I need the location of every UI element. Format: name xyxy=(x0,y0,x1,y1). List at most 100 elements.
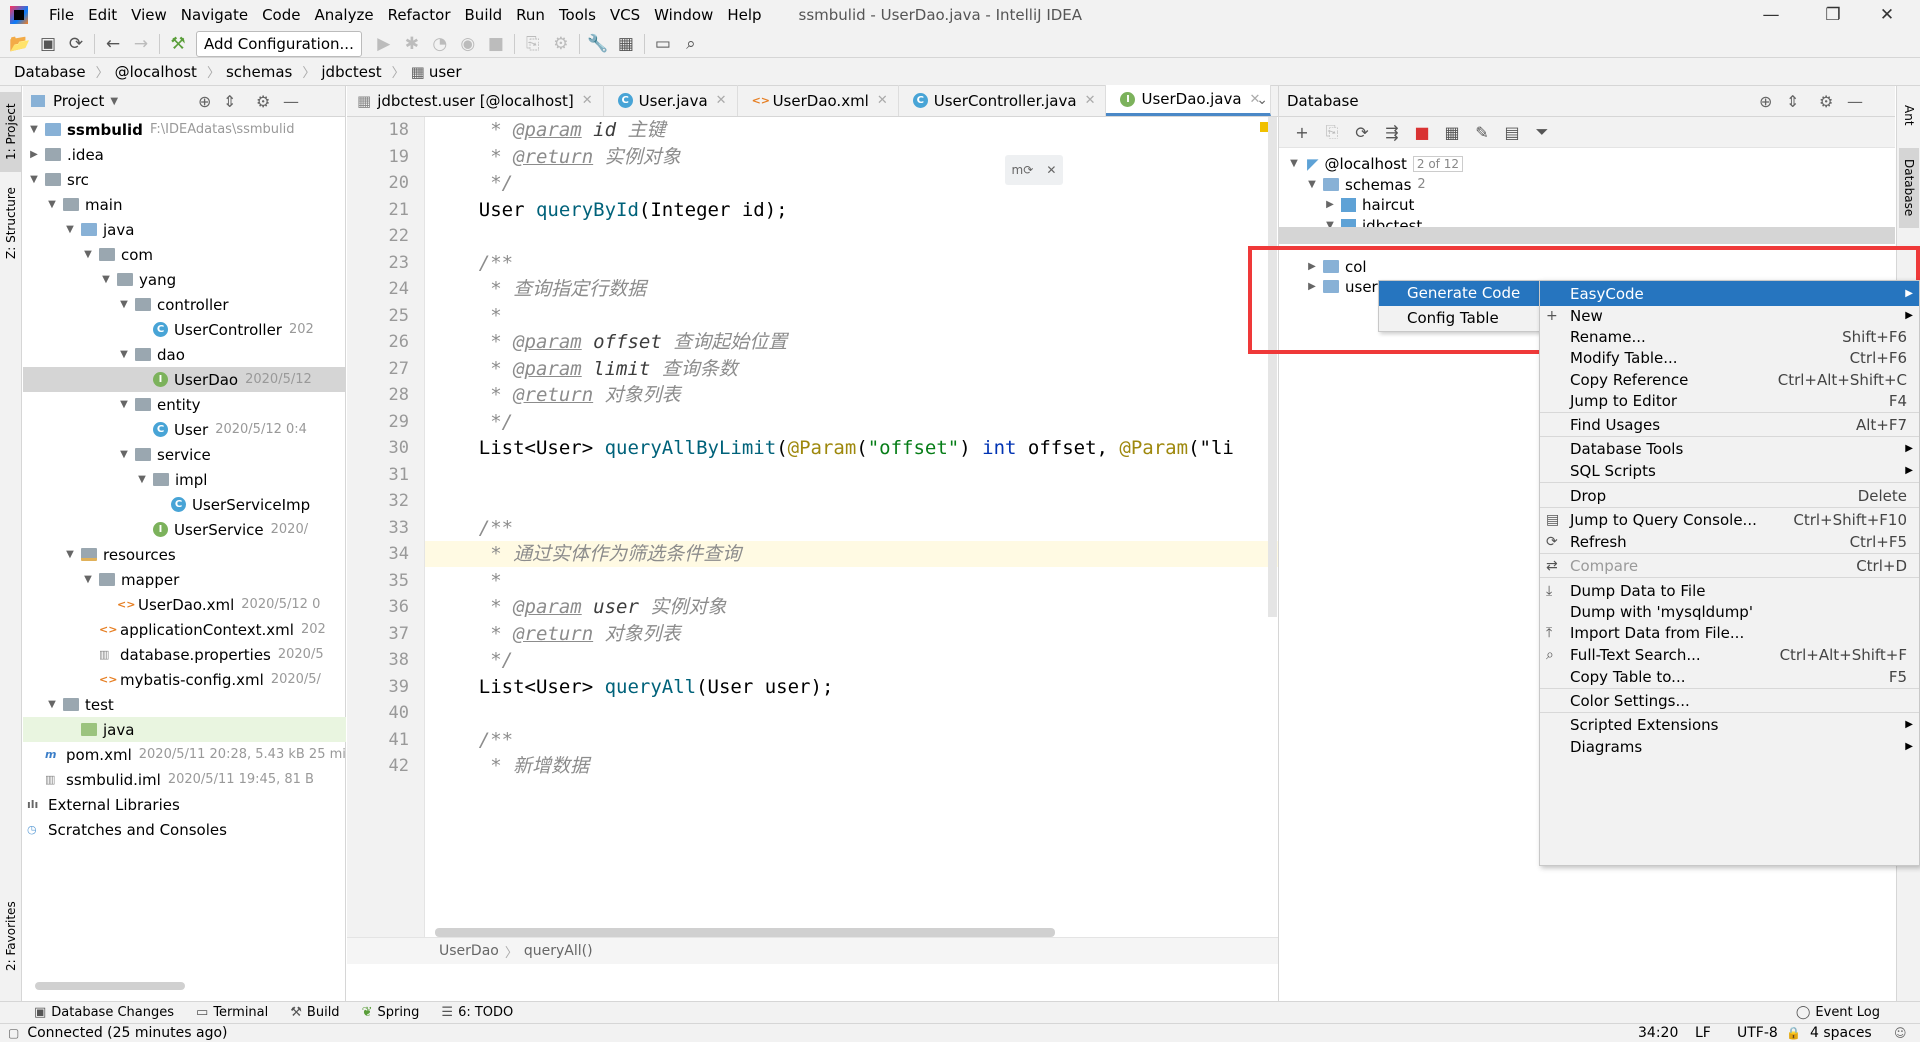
tree-item-com[interactable]: ▼ com xyxy=(23,242,346,267)
close-window-icon[interactable]: ✕ xyxy=(1864,0,1910,30)
tree-item-yang[interactable]: ▼ yang xyxy=(23,267,346,292)
filter-icon[interactable]: ⏷ xyxy=(1531,121,1553,143)
console-icon[interactable]: ▤ xyxy=(1501,121,1523,143)
menu-item-color-settings[interactable]: Color Settings... xyxy=(1540,688,1919,713)
tree-item-service[interactable]: ▼ service xyxy=(23,442,346,467)
project-structure-icon[interactable]: ▦ xyxy=(612,31,640,57)
expand-arrow-icon[interactable]: ▼ xyxy=(81,249,95,260)
tool-tab-structure[interactable]: Z: Structure xyxy=(0,178,22,268)
expand-arrow-icon[interactable]: ▼ xyxy=(63,549,77,560)
tree-item-database-properties[interactable]: ▥ database.properties 2020/5 xyxy=(23,642,346,667)
minimize-icon[interactable]: — xyxy=(1748,0,1794,30)
menu-item-copy-table-to[interactable]: Copy Table to... F5 xyxy=(1540,664,1919,689)
menu-edit[interactable]: Edit xyxy=(81,0,124,30)
expand-arrow-icon[interactable]: ▶ xyxy=(1323,199,1337,210)
tree-item-controller[interactable]: ▼ controller xyxy=(23,292,346,317)
notifications-icon[interactable]: ☺ xyxy=(1894,1026,1907,1040)
expand-arrow-icon[interactable]: ▼ xyxy=(45,699,59,710)
expand-arrow-icon[interactable]: ▼ xyxy=(1287,158,1301,169)
coverage-icon[interactable]: ◔ xyxy=(426,31,454,57)
code-area[interactable]: * @param id 主键 * @return 实例对象 */ User qu… xyxy=(425,117,1278,937)
tree-item-iml[interactable]: ▥ ssmbulid.iml 2020/5/11 19:45, 81 B xyxy=(23,767,346,792)
tree-item-src[interactable]: ▼ src xyxy=(23,167,346,192)
horizontal-scrollbar[interactable] xyxy=(435,928,1055,937)
locate-icon[interactable]: ⊕ xyxy=(198,92,211,111)
menu-item-find-usages[interactable]: Find Usages Alt+F7 xyxy=(1540,412,1919,437)
project-panel-title[interactable]: Project xyxy=(53,92,104,110)
line-separator[interactable]: LF xyxy=(1695,1025,1711,1041)
tree-item-resources[interactable]: ▼ resources xyxy=(23,542,346,567)
menu-refactor[interactable]: Refactor xyxy=(381,0,458,30)
caret-position[interactable]: 34:20 xyxy=(1638,1025,1678,1041)
update-icon[interactable]: ⚙ xyxy=(547,31,575,57)
breadcrumb-user[interactable]: user xyxy=(429,63,462,81)
menu-build[interactable]: Build xyxy=(458,0,510,30)
expand-arrow-icon[interactable]: ▼ xyxy=(27,174,41,185)
collapse-all-icon[interactable]: ⇕ xyxy=(1786,92,1799,111)
tool-tab-database-changes[interactable]: ▣ Database Changes xyxy=(34,1005,174,1020)
expand-arrow-icon[interactable]: ▼ xyxy=(1305,179,1319,190)
stop-icon[interactable]: ■ xyxy=(482,31,510,57)
stop-icon[interactable]: ■ xyxy=(1411,121,1433,143)
settings-wrench-icon[interactable]: 🔧 xyxy=(584,31,612,57)
expand-arrow-icon[interactable]: ▼ xyxy=(45,199,59,210)
expand-arrow-icon[interactable]: ▼ xyxy=(135,474,149,485)
debug-icon[interactable]: ✱ xyxy=(398,31,426,57)
menu-item-generate-code[interactable]: Generate Code xyxy=(1379,281,1539,306)
expand-arrow-icon[interactable]: ▼ xyxy=(117,349,131,360)
horizontal-scrollbar[interactable] xyxy=(35,982,185,990)
chevron-down-icon[interactable]: ▼ xyxy=(110,96,118,107)
menu-help[interactable]: Help xyxy=(720,0,768,30)
tree-item-scratches[interactable]: ◷ Scratches and Consoles xyxy=(23,817,346,842)
tree-item-dao[interactable]: ▼ dao xyxy=(23,342,346,367)
tool-tab-project[interactable]: 1: Project xyxy=(0,92,22,172)
close-icon[interactable]: ✕ xyxy=(1085,93,1096,108)
maven-reload-popup[interactable]: m⟳ ✕ xyxy=(1005,155,1063,185)
tab-userdao-xml[interactable]: <> UserDao.xml ✕ xyxy=(738,85,899,116)
expand-arrow-icon[interactable]: ▼ xyxy=(117,399,131,410)
tree-item-applicationcontext[interactable]: <> applicationContext.xml 202 xyxy=(23,617,346,642)
tree-item-main[interactable]: ▼ main xyxy=(23,192,346,217)
tree-item-external-libraries[interactable]: ılı External Libraries xyxy=(23,792,346,817)
menu-run[interactable]: Run xyxy=(509,0,552,30)
menu-window[interactable]: Window xyxy=(647,0,720,30)
hide-icon[interactable]: — xyxy=(283,92,299,111)
tool-tab-favorites[interactable]: 2: Favorites xyxy=(0,886,22,986)
menu-file[interactable]: File xyxy=(42,0,81,30)
tool-tab-event-log[interactable]: ◯ Event Log xyxy=(1796,1005,1880,1020)
run-icon[interactable]: ▶ xyxy=(370,31,398,57)
gear-icon[interactable]: ⚙ xyxy=(1819,92,1833,111)
gear-icon[interactable]: ⚙ xyxy=(256,92,270,111)
file-encoding[interactable]: UTF-8 xyxy=(1737,1025,1778,1041)
db-node-selected-row[interactable] xyxy=(1279,227,1895,244)
sync-icon[interactable]: ⟳ xyxy=(62,31,90,57)
expand-arrow-icon[interactable]: ▼ xyxy=(81,574,95,585)
tree-item-impl[interactable]: ▼ impl xyxy=(23,467,346,492)
close-icon[interactable]: ✕ xyxy=(1046,163,1056,177)
breadcrumb-schemas[interactable]: schemas xyxy=(226,63,292,81)
tree-item-user[interactable]: C User 2020/5/12 0:4 xyxy=(23,417,346,442)
tree-item-userdao-xml[interactable]: <> UserDao.xml 2020/5/12 0 xyxy=(23,592,346,617)
tree-item-ssmbulid[interactable]: ▼ ssmbulid F:\IDEAdatas\ssmbulid xyxy=(23,117,346,142)
attach-icon[interactable]: ⎘ xyxy=(519,31,547,57)
refresh-icon[interactable]: ⟳ xyxy=(1351,121,1373,143)
close-icon[interactable]: ✕ xyxy=(877,93,888,108)
menu-item-diagrams[interactable]: Diagrams ▶ xyxy=(1540,734,1919,759)
expand-arrow-icon[interactable]: ▶ xyxy=(27,149,41,160)
tree-item-test-java[interactable]: java xyxy=(23,717,346,742)
breadcrumb-jdbctest[interactable]: jdbctest xyxy=(321,63,381,81)
maven-reload-icon[interactable]: m⟳ xyxy=(1012,163,1034,177)
profile-icon[interactable]: ◉ xyxy=(454,31,482,57)
back-icon[interactable]: ← xyxy=(99,31,127,57)
tab-user-java[interactable]: C User.java ✕ xyxy=(604,85,738,116)
menu-tools[interactable]: Tools xyxy=(552,0,603,30)
menu-item-sql-scripts[interactable]: SQL Scripts ▶ xyxy=(1540,458,1919,483)
tree-item-userservice[interactable]: I UserService 2020/ xyxy=(23,517,346,542)
save-icon[interactable]: ▣ xyxy=(34,31,62,57)
tool-tab-ant[interactable]: Ant xyxy=(1899,92,1919,138)
tree-item-java[interactable]: ▼ java xyxy=(23,217,346,242)
menu-item-compare[interactable]: ⇄ Compare Ctrl+D xyxy=(1540,553,1919,578)
menu-item-refresh[interactable]: ⟳ Refresh Ctrl+F5 xyxy=(1540,529,1919,554)
close-icon[interactable]: ✕ xyxy=(582,93,593,108)
globe-icon[interactable]: ⊕ xyxy=(1759,92,1772,111)
